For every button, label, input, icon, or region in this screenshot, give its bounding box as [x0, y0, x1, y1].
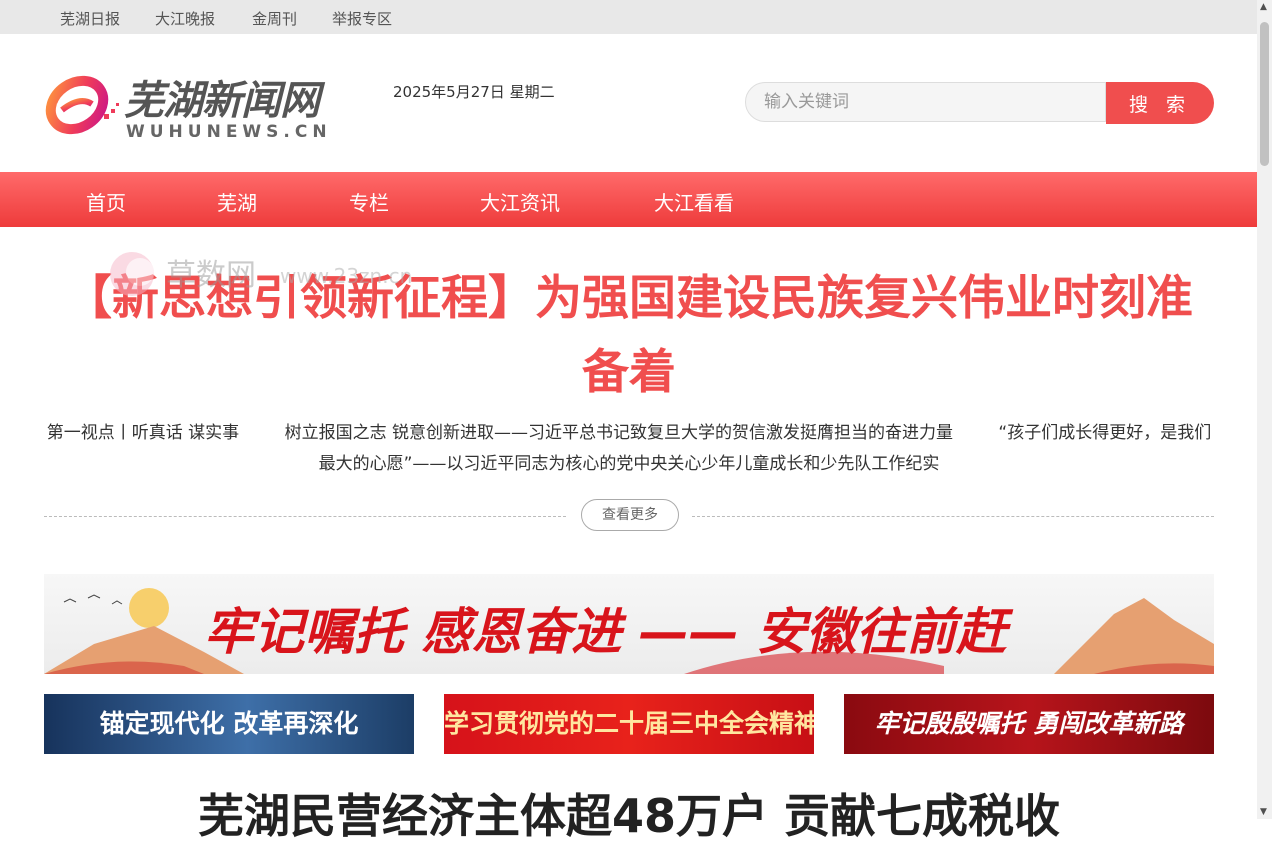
current-date: 2025年5月27日 星期二: [393, 83, 555, 101]
sub-banner-text: 学习贯彻党的二十届三中全会精神: [444, 709, 814, 738]
logo-text: 芜湖新闻网: [124, 78, 320, 124]
watermark-text: 草数网: [166, 258, 256, 293]
sub-news-item[interactable]: 树立报国之志 锐意创新进取——习近平总书记致复旦大学的贺信激发挺膺担当的奋进力量: [285, 423, 953, 443]
sub-news-item[interactable]: 第一视点丨听真话 谋实事: [47, 423, 239, 443]
second-headline[interactable]: 芜湖民营经济主体超48万户 贡献七成税收: [44, 780, 1214, 846]
page-scrollbar[interactable]: ▲ ▼: [1257, 0, 1272, 819]
site-logo[interactable]: 芜湖新闻网 WUHUNEWS.CN: [44, 62, 364, 144]
sub-banner-text: 锚定现代化 改革再深化: [99, 709, 359, 738]
topbar-link-dajiang-evening[interactable]: 大江晚报: [155, 8, 215, 29]
topbar-link-wuhu-daily[interactable]: 芜湖日报: [60, 8, 120, 29]
search-button[interactable]: 搜 索: [1106, 82, 1214, 124]
sub-news-list: 第一视点丨听真话 谋实事 树立报国之志 锐意创新进取——习近平总书记致复旦大学的…: [44, 418, 1214, 480]
scroll-up-arrow-icon[interactable]: ▲: [1260, 2, 1267, 12]
sub-banner-text: 牢记殷殷嘱托 勇闯改革新路: [874, 709, 1184, 738]
watermark-logo-icon: [110, 252, 154, 296]
watermark: 草数网 www.23zn.cn: [104, 246, 444, 306]
scroll-down-arrow-icon[interactable]: ▼: [1260, 807, 1267, 817]
view-more-button[interactable]: 查看更多: [581, 499, 679, 531]
banner-main[interactable]: 牢记嘱托 感恩奋进 —— 安徽往前赶: [44, 574, 1214, 674]
main-nav: 首页 芜湖 专栏 大江资讯 大江看看: [0, 172, 1257, 227]
nav-item-dajiang-news[interactable]: 大江资讯: [480, 187, 560, 216]
search-input[interactable]: [745, 82, 1106, 122]
nav-item-home[interactable]: 首页: [86, 187, 126, 216]
nav-item-wuhu[interactable]: 芜湖: [217, 187, 257, 216]
nav-item-dajiang-watch[interactable]: 大江看看: [654, 187, 734, 216]
banner-main-text: 牢记嘱托 感恩奋进 —— 安徽往前赶: [204, 603, 1007, 661]
scroll-thumb[interactable]: [1260, 22, 1269, 166]
divider-left: [44, 516, 566, 517]
sub-banner-third-plenum[interactable]: 学习贯彻党的二十届三中全会精神: [444, 694, 814, 754]
sub-banner-reform[interactable]: 牢记殷殷嘱托 勇闯改革新路: [844, 694, 1214, 754]
nav-item-columns[interactable]: 专栏: [349, 187, 389, 216]
sub-banner-modernization[interactable]: 锚定现代化 改革再深化: [44, 694, 414, 754]
top-link-bar: 芜湖日报 大江晚报 金周刊 举报专区: [0, 0, 1257, 34]
divider-right: [692, 516, 1214, 517]
watermark-url: www.23zn.cn: [280, 264, 413, 288]
topbar-link-jinzhoukan[interactable]: 金周刊: [252, 8, 297, 29]
search-bar: 搜 索: [745, 82, 1214, 124]
logo-subtext: WUHUNEWS.CN: [126, 122, 332, 142]
topbar-link-report[interactable]: 举报专区: [332, 8, 392, 29]
